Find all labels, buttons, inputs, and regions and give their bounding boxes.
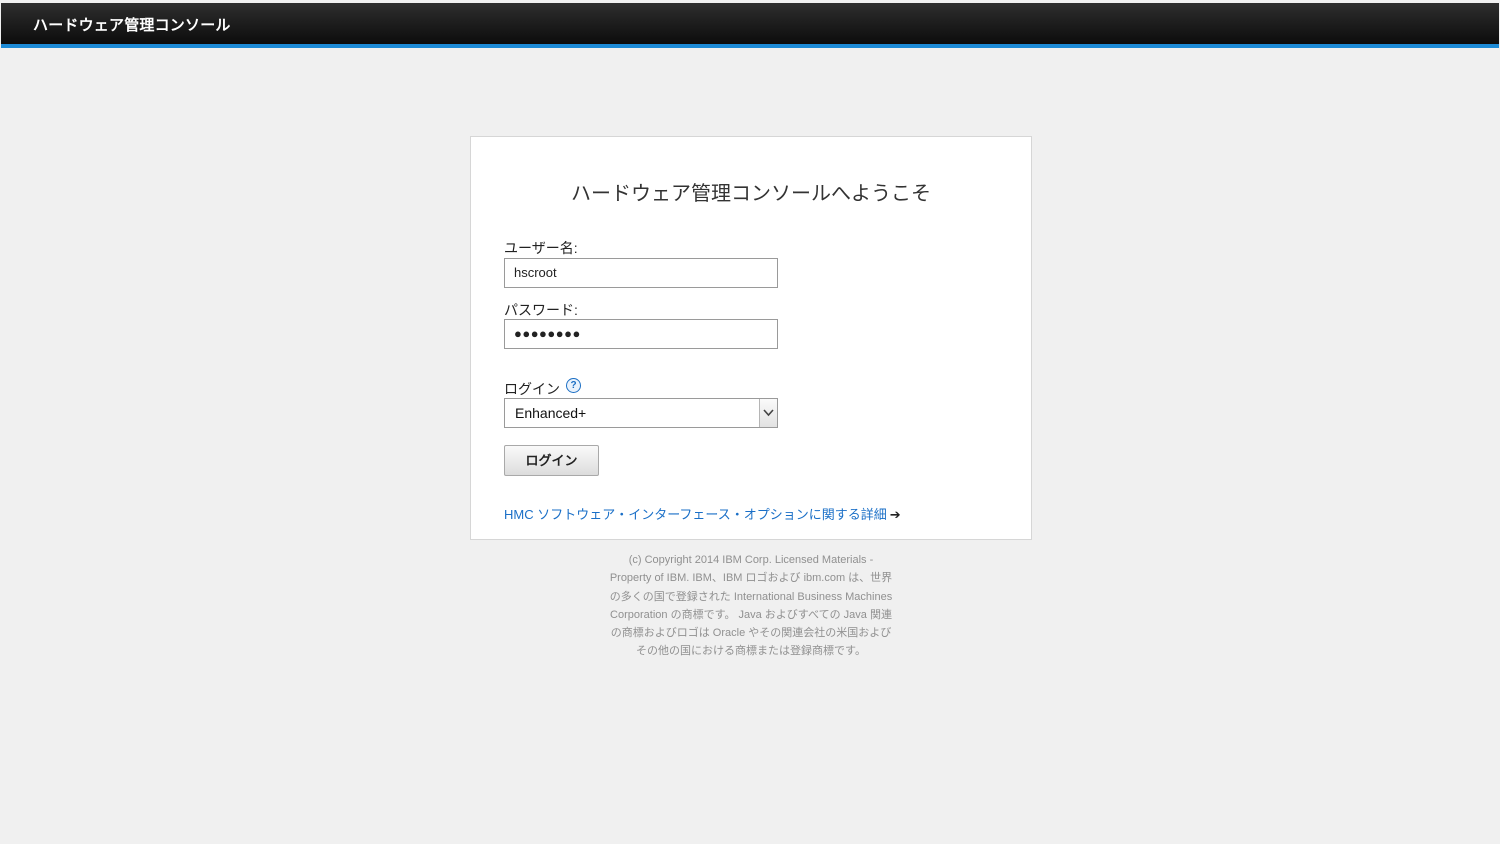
- help-question-icon[interactable]: ?: [566, 378, 581, 393]
- login-card: ハードウェア管理コンソールへようこそ ユーザー名: hscroot パスワード:…: [470, 136, 1032, 540]
- login-button[interactable]: ログイン: [504, 445, 599, 476]
- select-dropdown-button[interactable]: [759, 399, 777, 427]
- username-value: hscroot: [514, 265, 557, 280]
- login-type-label: ログイン: [504, 381, 560, 397]
- welcome-heading: ハードウェア管理コンソールへようこそ: [571, 183, 931, 205]
- top-header-bar: ハードウェア管理コンソール: [1, 3, 1499, 48]
- username-label: ユーザー名:: [504, 240, 578, 256]
- interface-options-details-link[interactable]: HMC ソフトウェア・インターフェース・オプションに関する詳細 ➔: [504, 504, 901, 523]
- arrow-right-icon: ➔: [889, 507, 901, 522]
- password-label: パスワード:: [504, 302, 578, 318]
- page: ハードウェア管理コンソール ハードウェア管理コンソールへようこそ ユーザー名: …: [1, 3, 1499, 843]
- chevron-down-icon: [763, 409, 774, 417]
- copyright-notice: (c) Copyright 2014 IBM Corp. Licensed Ma…: [609, 554, 893, 658]
- password-masked-value: ●●●●●●●●: [514, 326, 581, 341]
- username-field[interactable]: hscroot: [504, 258, 778, 288]
- password-field[interactable]: ●●●●●●●●: [504, 319, 778, 349]
- login-type-selected-value: Enhanced+: [515, 405, 587, 421]
- login-type-select[interactable]: Enhanced+: [504, 398, 778, 428]
- details-link-text[interactable]: HMC ソフトウェア・インターフェース・オプションに関する詳細: [504, 507, 887, 522]
- app-title: ハードウェア管理コンソール: [33, 17, 231, 34]
